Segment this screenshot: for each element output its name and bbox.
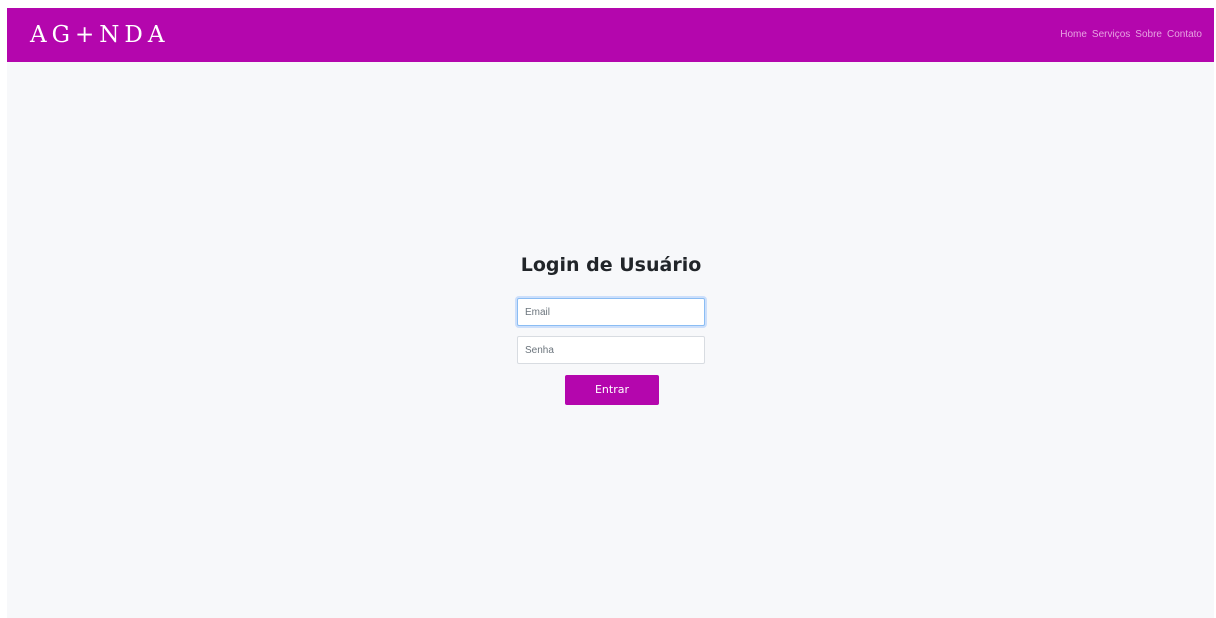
main-navigation: Home Serviços Sobre Contato [1060, 28, 1202, 42]
login-button[interactable]: Entrar [565, 375, 659, 405]
navbar: AG+NDA Home Serviços Sobre Contato [7, 8, 1214, 62]
brand-logo[interactable]: AG+NDA [30, 20, 169, 50]
email-input[interactable] [517, 298, 705, 326]
page: AG+NDA Home Serviços Sobre Contato Login… [7, 8, 1214, 618]
nav-link-services[interactable]: Serviços [1092, 28, 1130, 42]
nav-link-about[interactable]: Sobre [1135, 28, 1162, 42]
login-title: Login de Usuário [520, 253, 702, 276]
nav-link-contact[interactable]: Contato [1167, 28, 1202, 42]
nav-link-home[interactable]: Home [1060, 28, 1087, 42]
password-input[interactable] [517, 336, 705, 364]
